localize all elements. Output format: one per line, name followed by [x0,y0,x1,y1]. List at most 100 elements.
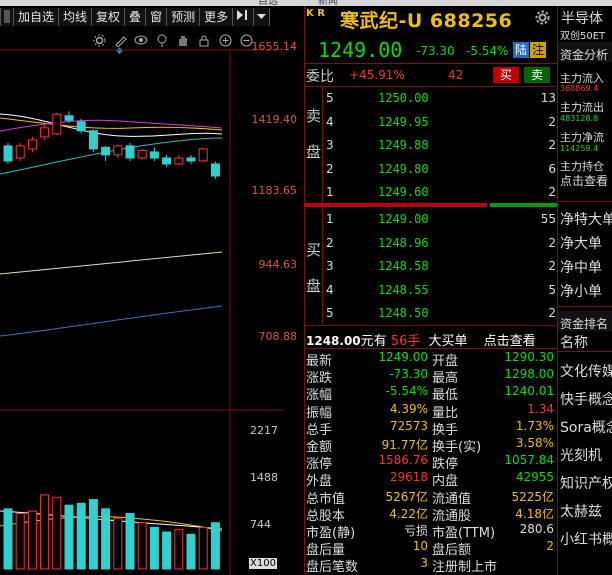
ask-price[interactable]: 1250.00 [378,91,429,105]
stat-value: 1586.76 [378,453,428,468]
stat-value: -5.54% [385,384,428,399]
order-diff-value: 42 [448,68,464,82]
divider [322,207,323,324]
stock-name: 寒武纪-U 688256 [340,10,513,32]
candle-body[interactable] [64,115,74,121]
ask-price[interactable]: 1249.95 [378,115,429,129]
candle-body[interactable] [101,146,111,156]
main-outflow-value: 483128.8 [560,114,599,123]
rank-item[interactable]: 知识产权 [560,473,612,493]
registration-badge: 注 [530,42,546,58]
rank-item[interactable]: Sora概念 [560,417,612,437]
stat-label: 流通股 [432,508,472,524]
volume-bar [137,522,147,570]
ask-price[interactable]: 1249.60 [378,185,429,199]
net-small-order: 净小单 [560,284,602,300]
volume-bar [40,494,50,570]
bid-level: 3 [326,259,334,273]
stat-label: 振幅 [306,405,333,421]
candle-body[interactable] [198,148,208,162]
ma60-line [0,251,223,275]
stat-value: 1298.00 [504,367,554,382]
candle-body[interactable] [52,113,62,135]
big-order-link[interactable]: 点击查看 [484,334,536,349]
candle-body[interactable] [162,157,172,165]
rank-item[interactable]: 太赫兹 [560,501,602,521]
candle-body[interactable] [15,145,25,159]
stat-value: 1249.00 [378,350,428,364]
rank-item[interactable]: 快手概念 [560,389,612,409]
candle-body[interactable] [76,121,86,132]
order-ratio-value: +45.91% [349,68,405,82]
stat-label: 盘后额 [432,543,472,559]
stat-label: 注册制上市 [432,560,498,575]
volume-bar [162,531,172,570]
candle-body[interactable] [210,163,220,177]
candle-body[interactable] [27,139,37,150]
ask-level: 2 [326,161,334,176]
stat-label: 内盘 [432,474,459,490]
candle-body[interactable] [137,149,147,159]
bid-volume: 2 [548,235,556,250]
candle-body[interactable] [88,130,98,150]
sector-title[interactable]: 半导体 [561,8,603,28]
connect-badge: 陆 [513,42,529,58]
buy-button[interactable]: 买 [493,67,519,83]
rank-item[interactable]: 文化传媒 [560,361,612,381]
candle-body[interactable] [174,157,184,165]
stat-value: 1240.01 [504,384,554,399]
ask-price[interactable]: 1249.80 [378,162,429,176]
main-net-value: 114259.4 [560,144,599,153]
divider [304,63,557,64]
bid-price[interactable]: 1249.00 [378,212,429,226]
stat-value: 1290.30 [504,350,554,364]
stat-value: 1.73% [515,418,554,433]
stat-value: 4.39% [389,401,428,416]
rank-item[interactable]: 小红书概 [560,529,612,549]
divider [322,86,323,203]
ask-volume: 2 [548,185,556,199]
stat-value: -73.30 [389,367,428,382]
price-tick-4: 944.63 [258,258,298,271]
net-large-order: 净大单 [560,236,602,252]
stat-value: 91.77亿 [381,438,428,452]
price-tick-3: 1183.65 [251,184,298,197]
divider [304,325,557,326]
bid-volume: 2 [548,306,556,320]
volume-tick-1: 2217 [250,424,278,437]
candle-body[interactable] [149,151,159,159]
bid-level: 5 [326,306,334,320]
stat-value: 3.58% [515,436,554,450]
stat-value: 4.22亿 [389,506,428,521]
ask-volume: 2 [548,138,556,152]
rank-header-name: 名称 [560,335,588,351]
sell-button[interactable]: 卖 [524,67,550,83]
candle-body[interactable] [3,145,13,162]
stat-label: 市盈(静) [306,526,356,541]
candle-body[interactable] [40,127,50,138]
etf-subtitle[interactable]: 双创50ET [560,27,605,42]
main-holding-link[interactable]: 点击查看 [560,172,608,189]
candle-body[interactable] [125,145,135,159]
bid-price[interactable]: 1248.96 [378,236,429,250]
price-tick-5: 708.88 [258,330,298,343]
stat-label: 盘后量 [306,543,346,559]
gear-icon[interactable] [535,10,550,29]
volume-bar [149,526,159,570]
stat-label: 最高 [432,371,459,387]
volume-bar [27,510,37,570]
stat-label: 外盘 [306,474,333,490]
fund-analysis-title: 资金分析 [560,48,609,62]
bid-price[interactable]: 1248.50 [378,306,429,320]
bid-price[interactable]: 1248.58 [378,259,429,273]
big-order-amount: 1248.00 [306,334,361,348]
candle-body[interactable] [113,145,123,156]
bid-price[interactable]: 1248.55 [378,283,429,297]
bid-volume: 55 [540,212,556,226]
stat-label: 金额 [306,440,333,455]
ask-price[interactable]: 1249.88 [378,138,429,152]
bid-strength-bar [304,203,487,207]
stat-label: 最低 [432,388,459,404]
rank-item[interactable]: 光刻机 [560,445,602,465]
candle-body[interactable] [186,157,196,162]
